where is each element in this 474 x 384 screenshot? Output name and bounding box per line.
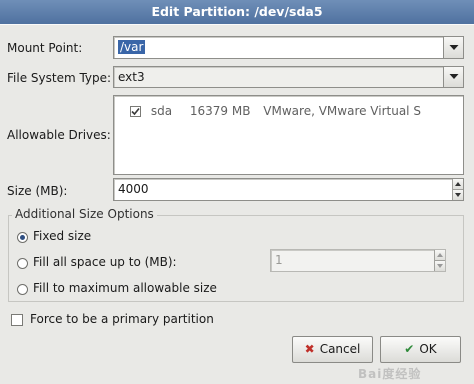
size-label: Size (MB): bbox=[7, 184, 68, 198]
cancel-x-icon: ✖ bbox=[304, 342, 315, 356]
chevron-down-icon bbox=[449, 44, 458, 50]
chevron-down-icon bbox=[449, 74, 458, 79]
drive-name: sda bbox=[150, 104, 173, 118]
watermark: Bai度经验 bbox=[358, 367, 422, 381]
edit-partition-dialog: Mount Point: /var File System Type: ext3… bbox=[0, 24, 474, 384]
primary-partition-checkbox[interactable] bbox=[11, 314, 23, 326]
allowable-drives-label: Allowable Drives: bbox=[7, 128, 111, 142]
size-decrement-button[interactable] bbox=[452, 189, 463, 200]
cancel-button[interactable]: ✖ Cancel bbox=[292, 336, 373, 363]
drive-model: VMware, VMware Virtual S bbox=[263, 104, 421, 118]
fs-type-select[interactable]: ext3 bbox=[113, 66, 444, 88]
mount-point-label-text: Mount Point: bbox=[7, 41, 83, 55]
allowable-drives-list[interactable]: sda 16379 MB VMware, VMware Virtual S bbox=[113, 95, 464, 175]
ok-check-icon: ✔ bbox=[404, 342, 415, 356]
drive-row-sda[interactable]: sda 16379 MB VMware, VMware Virtual S bbox=[130, 104, 421, 118]
size-value: 4000 bbox=[118, 182, 149, 196]
fill-up-to-decrement-button[interactable] bbox=[434, 260, 445, 271]
mount-point-value-wrap: /var bbox=[118, 40, 146, 54]
size-spinbox[interactable]: 4000 bbox=[113, 178, 464, 201]
mount-point-dropdown-button[interactable] bbox=[443, 36, 464, 59]
mount-point-input[interactable]: /var bbox=[113, 36, 444, 59]
mount-point-value: /var bbox=[118, 40, 146, 54]
cancel-button-label: Cancel bbox=[319, 342, 361, 356]
fill-up-to-value: 1 bbox=[275, 253, 283, 267]
fixed-size-label[interactable]: Fixed size bbox=[33, 229, 91, 243]
fill-max-radio[interactable] bbox=[17, 284, 28, 295]
fs-type-dropdown-button[interactable] bbox=[443, 66, 464, 88]
drive-size: 16379 MB bbox=[189, 104, 251, 118]
fill-up-to-spinbox[interactable]: 1 bbox=[270, 249, 446, 272]
ok-button-label: OK bbox=[419, 342, 437, 356]
mount-point-label: Mount Point: bbox=[7, 41, 82, 55]
check-icon bbox=[131, 107, 140, 116]
arrow-down-icon bbox=[437, 264, 443, 268]
arrow-up-icon bbox=[455, 182, 461, 186]
fill-up-to-radio[interactable] bbox=[17, 258, 28, 269]
size-options-title: Additional Size Options bbox=[12, 207, 157, 221]
fs-type-label: File System Type: bbox=[7, 71, 112, 85]
fill-up-to-label[interactable]: Fill all space up to (MB): bbox=[33, 255, 177, 269]
fs-type-value: ext3 bbox=[118, 70, 145, 84]
drive-checkbox[interactable] bbox=[130, 106, 141, 117]
primary-partition-label[interactable]: Force to be a primary partition bbox=[30, 312, 214, 326]
arrow-up-icon bbox=[437, 253, 443, 257]
arrow-down-icon bbox=[455, 193, 461, 197]
window-title: Edit Partition: /dev/sda5 bbox=[0, 0, 474, 25]
fill-max-label[interactable]: Fill to maximum allowable size bbox=[33, 281, 217, 295]
ok-button[interactable]: ✔ OK bbox=[380, 336, 461, 363]
fixed-size-radio[interactable] bbox=[17, 232, 28, 243]
